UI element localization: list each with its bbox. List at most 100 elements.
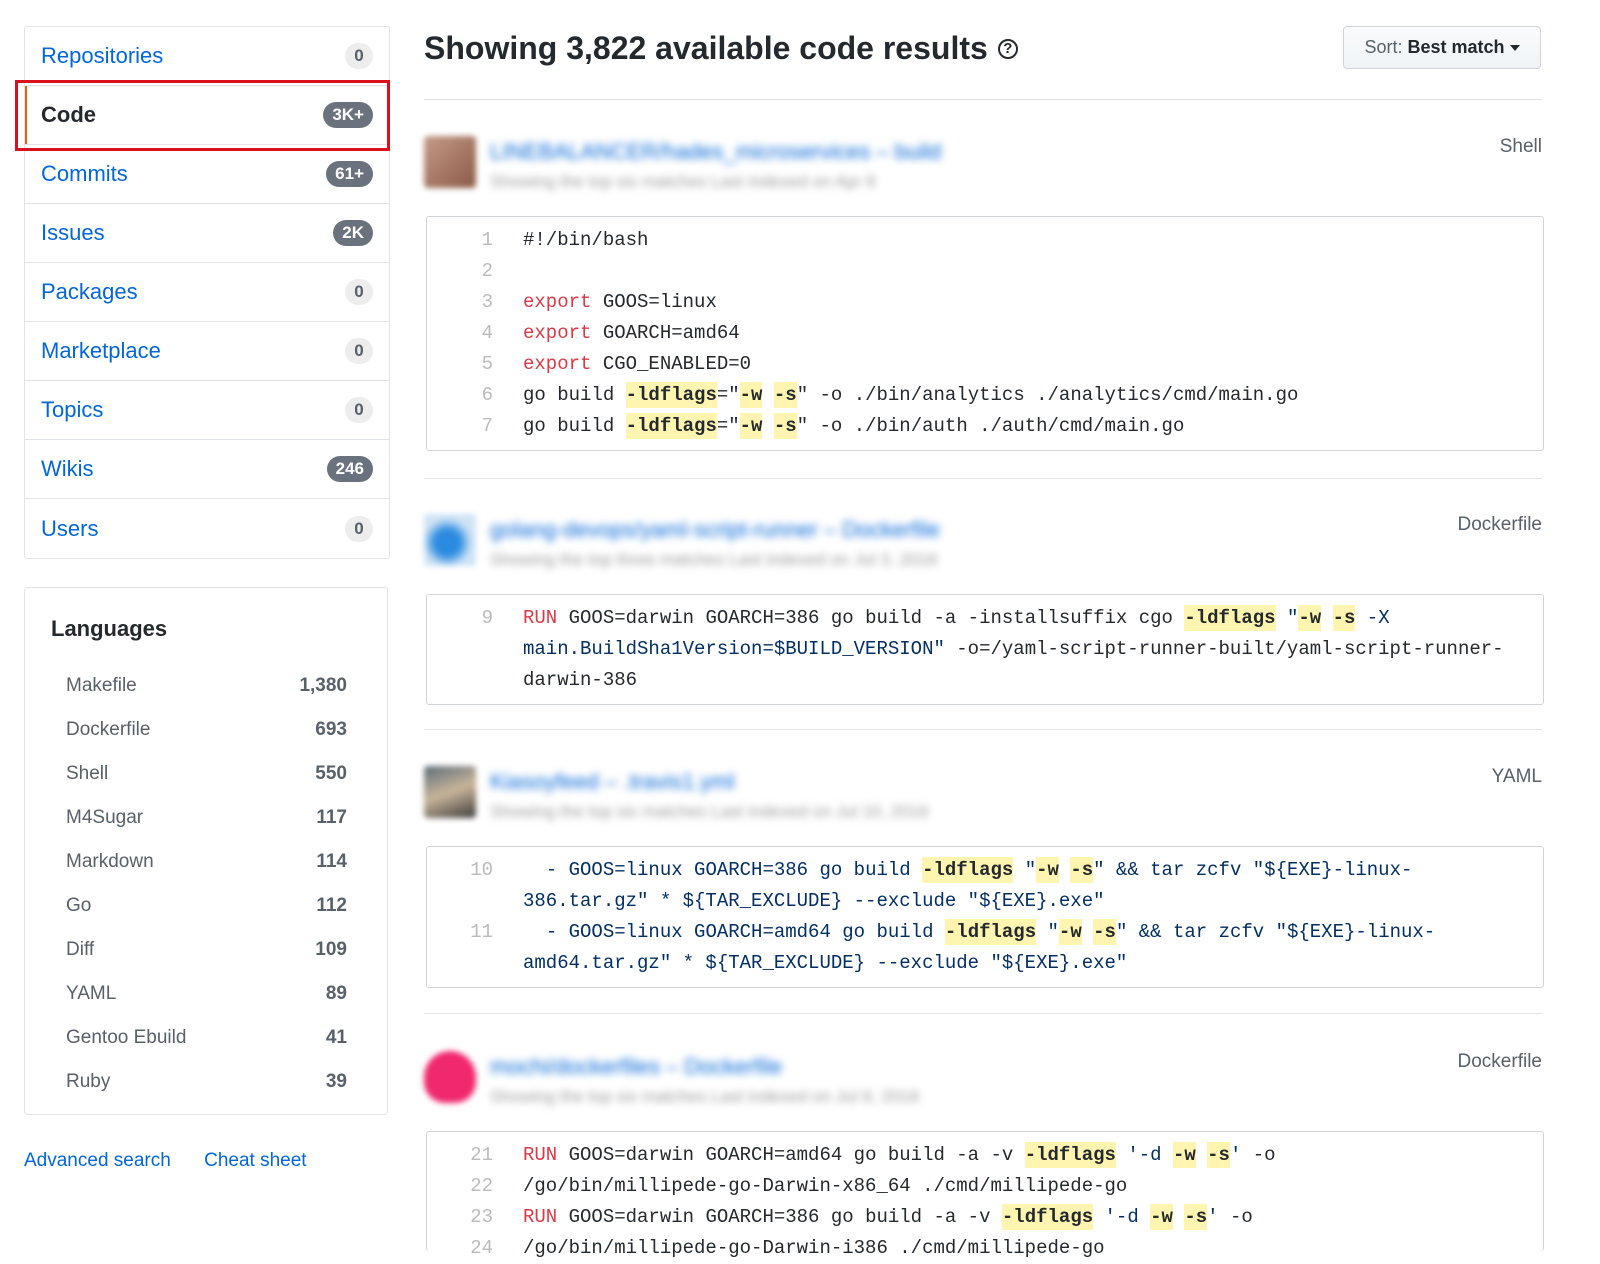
result-meta: Showing the top six matches Last indexed… (490, 1087, 920, 1106)
divider (424, 478, 1542, 479)
code-line: 7 go build -ldflags="-w -s" -o ./bin/auth… (481, 413, 1185, 439)
sort-value: Best match (1407, 37, 1505, 57)
language-filter-dockerfile[interactable]: Dockerfile 693 (66, 708, 347, 752)
count-badge: 0 (345, 397, 373, 423)
language-filter-go[interactable]: Go 112 (66, 884, 347, 928)
language-count: 693 (315, 719, 347, 740)
code-snippet[interactable]: 10 - GOOS=linux GOARCH=386 go build -ldf… (426, 846, 1544, 988)
code-snippet[interactable]: 1 #!/bin/bash 2 3 export GOOS=linux 4 expor… (426, 216, 1544, 451)
result-language: YAML (1491, 766, 1542, 787)
repo-link[interactable]: LINEBALANCER/hades_microservices – build (490, 139, 941, 165)
question-icon[interactable]: ? (997, 38, 1018, 59)
language-filter-yaml[interactable]: YAML 89 (66, 972, 347, 1016)
code-snippet[interactable]: 9 RUN GOOS=darwin GOARCH=386 go build -a … (426, 594, 1544, 705)
caret-down-icon (1509, 44, 1520, 51)
language-count: 550 (315, 763, 347, 784)
language-name: M4Sugar (66, 807, 144, 828)
menu-item-repositories[interactable]: Repositories 0 (25, 27, 389, 86)
count-badge: 0 (345, 515, 373, 542)
repo-owner-avatar[interactable] (424, 766, 476, 818)
result-meta: Showing the top six matches Last indexed… (490, 802, 929, 821)
code-line: 21 RUN GOOS=darwin GOARCH=amd64 go build … (470, 1142, 1276, 1168)
code-line: 2 (481, 260, 493, 282)
language-name: Diff (66, 939, 95, 960)
code-line: 4 export GOARCH=amd64 (481, 322, 740, 344)
repo-link[interactable]: golang-devops/yaml-script-runner – Docke… (490, 517, 940, 543)
result-language: Shell (1499, 136, 1542, 157)
language-filter-shell[interactable]: Shell 550 (66, 752, 347, 796)
language-filter-ruby[interactable]: Ruby 39 (66, 1060, 347, 1104)
count-badge: 246 (326, 456, 373, 482)
code-line: 10 - GOOS=linux GOARCH=386 go build -ldf… (470, 857, 1413, 912)
language-count: 109 (315, 939, 347, 960)
menu-item-label: Commits (41, 161, 128, 186)
count-badge: 0 (345, 338, 373, 364)
menu-item-label: Issues (41, 220, 105, 245)
count-badge: 61+ (326, 161, 373, 187)
results-count-title: Showing 3,822 available code results (424, 30, 988, 66)
language-name: Dockerfile (66, 719, 151, 740)
menu-item-issues[interactable]: Issues 2K (25, 204, 389, 263)
languages-title: Languages (51, 616, 168, 641)
code-line: 3 export GOOS=linux (481, 291, 717, 313)
result-language: Dockerfile (1457, 514, 1542, 535)
language-name: Go (66, 895, 92, 916)
menu-item-code[interactable]: Code 3K+ (25, 86, 389, 145)
code-line: 24/go/bin/millipede-go-Darwin-i386 ./cmd… (470, 1237, 1105, 1259)
language-name: Ruby (66, 1071, 111, 1092)
menu-item-label: Packages (41, 279, 138, 304)
divider (424, 729, 1542, 730)
language-name: Makefile (66, 675, 137, 696)
advanced-search-link[interactable]: Advanced search (24, 1150, 171, 1171)
menu-item-marketplace[interactable]: Marketplace 0 (25, 322, 389, 381)
sort-label: Sort: (1364, 37, 1403, 57)
result-meta: Showing the top six matches Last indexed… (490, 172, 876, 191)
divider (424, 99, 1542, 100)
language-count: 117 (316, 807, 347, 828)
menu-item-label: Marketplace (41, 338, 161, 363)
divider (424, 1013, 1542, 1014)
languages-list: Makefile 1,380 Dockerfile 693 Shell 550 M4S… (66, 664, 347, 1104)
result-language: Dockerfile (1457, 1051, 1542, 1072)
language-filter-markdown[interactable]: Markdown 114 (66, 840, 347, 884)
code-result-header: Kiasoyfeed – .travis1.yml Showing the to… (424, 766, 1542, 826)
menu-item-commits[interactable]: Commits 61+ (25, 145, 389, 204)
code-line: 9 RUN GOOS=darwin GOARCH=386 go build -a … (481, 605, 1504, 691)
code-line: 6 go build -ldflags="-w -s" -o ./bin/anal… (481, 382, 1299, 408)
menu-item-wikis[interactable]: Wikis 246 (25, 440, 389, 499)
count-badge: 3K+ (323, 102, 373, 128)
repo-owner-avatar[interactable] (424, 1051, 476, 1103)
repo-link[interactable]: Kiasoyfeed – .travis1.yml (490, 769, 735, 795)
cheat-sheet-link[interactable]: Cheat sheet (204, 1150, 306, 1171)
code-line: 5 export CGO_ENABLED=0 (481, 353, 752, 375)
language-name: Markdown (66, 851, 154, 872)
repo-owner-avatar[interactable] (424, 514, 476, 566)
language-filter-diff[interactable]: Diff 109 (66, 928, 347, 972)
code-line: 1 #!/bin/bash (481, 229, 649, 251)
language-count: 114 (316, 851, 347, 872)
count-badge: 0 (345, 43, 373, 69)
language-count: 41 (325, 1027, 347, 1048)
menu-item-packages[interactable]: Packages 0 (25, 263, 389, 322)
language-name: Shell (66, 763, 109, 784)
search-help-links: Advanced search Cheat sheet (24, 1150, 335, 1172)
code-result-header: golang-devops/yaml-script-runner – Docke… (424, 514, 1542, 574)
language-name: YAML (66, 983, 117, 1004)
repo-owner-avatar[interactable] (424, 136, 476, 188)
menu-item-users[interactable]: Users 0 (25, 499, 389, 558)
language-filter-m4sugar[interactable]: M4Sugar 117 (66, 796, 347, 840)
code-line: 23 RUN GOOS=darwin GOARCH=386 go build -a… (470, 1204, 1253, 1230)
language-filter-gentoo-ebuild[interactable]: Gentoo Ebuild 41 (66, 1016, 347, 1060)
sort-dropdown[interactable]: Sort: Best match (1343, 26, 1541, 69)
code-snippet[interactable]: 21 RUN GOOS=darwin GOARCH=amd64 go build … (426, 1131, 1544, 1259)
code-line: 22/go/bin/millipede-go-Darwin-x86_64 ./c… (470, 1175, 1128, 1197)
menu-item-topics[interactable]: Topics 0 (25, 381, 389, 440)
count-badge: 2K (333, 220, 373, 246)
language-filter-makefile[interactable]: Makefile 1,380 (66, 664, 347, 708)
result-meta: Showing the top three matches Last index… (490, 550, 938, 569)
results-heading: Showing 3,822 available code results ? (424, 30, 1018, 67)
repo-link[interactable]: mochi/dockerfiles – Dockerfile (490, 1054, 782, 1080)
languages-panel: Languages Makefile 1,380 Dockerfile 693 Sh… (24, 587, 388, 1115)
code-result-header: LINEBALANCER/hades_microservices – build… (424, 136, 1542, 196)
language-count: 39 (325, 1071, 347, 1092)
